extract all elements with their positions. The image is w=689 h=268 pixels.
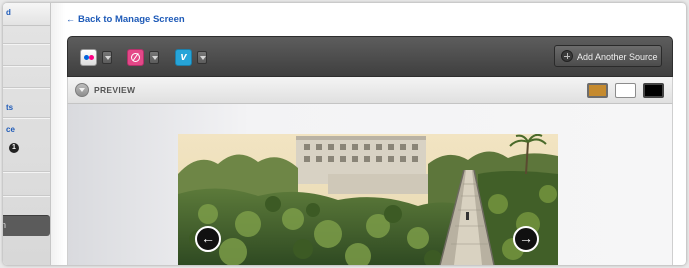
sidebar-divider — [3, 195, 50, 197]
dribbble-icon[interactable] — [127, 49, 144, 66]
slideshow-photo: ← → — [178, 134, 558, 265]
chevron-down-icon[interactable] — [149, 51, 159, 64]
add-source-label: Add Another Source — [577, 52, 658, 62]
back-link-label: Back to Manage Screen — [78, 14, 185, 25]
back-to-manage-link[interactable]: ← Back to Manage Screen — [66, 14, 185, 25]
chevron-down-icon[interactable] — [102, 51, 112, 64]
chevron-down-icon[interactable] — [197, 51, 207, 64]
next-slide-button[interactable]: → — [513, 226, 539, 252]
preview-area: ← → — [67, 104, 673, 265]
sidebar-divider — [3, 65, 50, 67]
swatch-black[interactable] — [643, 83, 664, 98]
sidebar-item-label: n — [3, 220, 7, 230]
sidebar-header-text[interactable]: d — [6, 8, 11, 17]
source-toolbar: v Add Another Source — [67, 36, 673, 77]
previous-slide-button[interactable]: ← — [195, 226, 221, 252]
sidebar-item-label[interactable]: ts — [6, 103, 13, 112]
plus-icon — [561, 50, 573, 62]
landscape-photo — [178, 134, 558, 265]
app-window: d ts ce 1 n ← Back to Manage Screen v Ad… — [3, 3, 686, 265]
flickr-icon[interactable] — [80, 49, 97, 66]
vimeo-icon[interactable]: v — [175, 49, 192, 66]
count-badge: 1 — [9, 143, 19, 153]
preview-label: PREVIEW — [94, 85, 136, 95]
sidebar-header: d — [3, 3, 50, 26]
sidebar-divider — [3, 43, 50, 45]
collapse-preview-icon[interactable] — [75, 83, 89, 97]
sidebar: d ts ce 1 n — [3, 3, 51, 265]
sidebar-divider — [3, 171, 50, 173]
sidebar-divider — [3, 117, 50, 119]
swatch-gold[interactable] — [587, 83, 608, 98]
add-another-source-button[interactable]: Add Another Source — [554, 45, 662, 67]
sidebar-item-active[interactable]: n — [3, 215, 50, 236]
swatch-white[interactable] — [615, 83, 636, 98]
preview-bar: PREVIEW — [67, 77, 673, 104]
sidebar-item-label[interactable]: ce — [6, 125, 15, 134]
arrow-left-icon: ← — [66, 14, 75, 24]
content-gutter — [51, 3, 65, 265]
sidebar-divider — [3, 87, 50, 89]
